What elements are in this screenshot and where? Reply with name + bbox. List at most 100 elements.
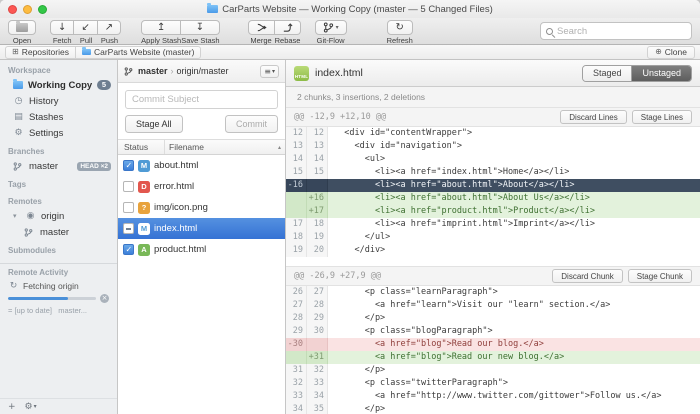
changed-files-count-badge: 5 [97,80,111,90]
file-row[interactable]: M index.html [118,218,285,239]
titlebar[interactable]: CarParts Website — Working Copy (master … [0,0,700,18]
gitflow-button[interactable]: ▾ Git-Flow [315,20,347,45]
disclosure-triangle-icon[interactable]: ▾ [13,212,20,220]
diff-code-text: </p> [328,364,700,377]
add-button[interactable]: + [8,402,16,412]
file-row[interactable]: M about.html [118,155,285,176]
stage-all-button[interactable]: Stage All [125,115,183,133]
diff-line[interactable]: 26 27 <p class="learnParagraph"> [286,286,700,299]
stage-checkbox[interactable] [123,181,134,192]
staged-tab[interactable]: Staged [583,66,632,81]
chunk-1-header: @@ -12,9 +12,10 @@ Discard Lines Stage L… [286,107,700,127]
file-row[interactable]: A product.html [118,239,285,260]
diff-line[interactable]: 28 29 </p> [286,312,700,325]
pull-icon: ↙ [81,23,89,33]
cancel-fetch-button[interactable]: × [100,294,109,303]
diff-line[interactable]: 27 28 <a href="learn">Visit our "learn" … [286,299,700,312]
zoom-window-button[interactable] [38,5,47,14]
diff-line[interactable]: 19 20 </div> [286,244,700,257]
current-branch-label[interactable]: master [138,66,168,76]
apply-stash-button[interactable]: ↥ Apply Stash [141,20,181,45]
filename-column-header[interactable]: Filename ▴ [165,140,285,154]
diff-line[interactable]: 32 33 <p class="twitterParagraph"> [286,377,700,390]
close-window-button[interactable] [8,5,17,14]
stage-checkbox[interactable] [123,160,134,171]
refresh-button[interactable]: ↻ Refresh [387,20,413,45]
sidebar-item-history[interactable]: ◷ History [0,93,117,109]
discard-lines-button[interactable]: Discard Lines [560,110,626,124]
pull-button[interactable]: ↙ Pull [74,20,97,45]
diff-line[interactable]: -30 <a href="blog">Read our blog.</a> [286,338,700,351]
open-label: Open [8,36,36,45]
save-stash-icon: ↧ [196,23,204,33]
new-line-number: 35 [307,403,328,414]
file-row[interactable]: D error.html [118,176,285,197]
working-copy-label: Working Copy [28,80,92,91]
branches-section-label: Branches [0,141,117,158]
minimize-window-button[interactable] [23,5,32,14]
diff-line[interactable]: 29 30 <p class="blogParagraph"> [286,325,700,338]
file-row[interactable]: ? img/icon.png [118,197,285,218]
sidebar-item-branch-master[interactable]: master HEAD ×2 [0,158,117,174]
file-status-badge: M [138,160,150,172]
old-line-number: 15 [286,166,307,179]
push-label: Push [98,36,121,45]
diff-line[interactable]: 14 14 <ul> [286,153,700,166]
diff-line[interactable]: -16 <li><a href="about.html">About</a></… [286,179,700,192]
action-menu-button[interactable]: ⚙ ▾ [25,402,37,412]
breadcrumb-current-repo[interactable]: CarParts Website (master) [76,46,201,59]
search-input[interactable] [557,26,686,37]
discard-chunk-button[interactable]: Discard Chunk [552,269,622,283]
unstaged-tab[interactable]: Unstaged [631,66,691,81]
save-stash-button[interactable]: ↧ Save Stash [181,20,219,45]
diff-line[interactable]: 12 12 <div id="contentWrapper"> [286,127,700,140]
window-title-text: CarParts Website — Working Copy (master … [222,4,493,15]
stage-checkbox[interactable] [123,244,134,255]
diff-line[interactable]: 15 15 <li><a href="index.html">Home</a><… [286,166,700,179]
status-column-header[interactable]: Status [118,140,165,154]
save-stash-label: Save Stash [181,36,219,45]
new-line-number: 28 [307,299,328,312]
stage-chunk-button[interactable]: Stage Chunk [628,269,692,283]
diff-file-name: index.html [315,67,363,79]
sidebar-item-remote-master[interactable]: master [0,224,117,240]
view-options-button[interactable]: ≡ ▾ [260,65,279,78]
sidebar-item-stashes[interactable]: ▤ Stashes [0,109,117,125]
stage-checkbox[interactable] [123,223,134,234]
diff-line[interactable]: +16 <li><a href="about.html">About Us</a… [286,192,700,205]
upstream-branch-label[interactable]: origin/master [177,66,229,76]
diff-line[interactable]: 18 19 </ul> [286,231,700,244]
new-line-number: 32 [307,364,328,377]
fetch-button[interactable]: ↓ Fetch [50,20,74,45]
diff-line[interactable]: 34 35 </p> [286,403,700,414]
diff-line[interactable]: 33 34 <a href="http://www.twitter.com/gi… [286,390,700,403]
chunk-1-lines: 12 12 <div id="contentWrapper"> 13 13 <d… [286,127,700,257]
repositories-grid-icon: ⊞ [12,48,19,56]
breadcrumb-repositories[interactable]: ⊞ Repositories [5,46,76,59]
fetch-progress-bar [8,297,96,300]
stage-lines-button[interactable]: Stage Lines [632,110,692,124]
commit-button[interactable]: Commit [225,115,278,133]
diff-line[interactable]: +31 <a href="blog">Read our new blog.</a… [286,351,700,364]
old-line-number: 27 [286,299,307,312]
open-button[interactable]: Open [8,20,36,45]
sort-ascending-icon: ▴ [278,144,281,151]
clone-button[interactable]: ⊕ Clone [647,46,695,59]
search-field[interactable] [540,22,692,40]
commit-subject-input[interactable] [125,90,278,109]
new-line-number: +17 [307,205,328,218]
sidebar-item-remote-origin[interactable]: ▾ ◉ origin [0,208,117,224]
merge-button[interactable]: Merge [248,20,275,45]
sidebar-item-working-copy[interactable]: Working Copy 5 [0,77,117,93]
old-line-number: 18 [286,231,307,244]
diff-line[interactable]: 13 13 <div id="navigation"> [286,140,700,153]
diff-line[interactable]: +17 <li><a href="product.html">Product</… [286,205,700,218]
sidebar-item-settings[interactable]: ⚙ Settings [0,125,117,141]
diff-line[interactable]: 17 18 <li><a href="imprint.html">Imprint… [286,218,700,231]
rebase-button[interactable]: Rebase [275,20,301,45]
diff-line[interactable]: 31 32 </p> [286,364,700,377]
fetch-label: Fetch [50,36,74,45]
push-button[interactable]: ↗ Push [98,20,121,45]
new-line-number: 15 [307,166,328,179]
stage-checkbox[interactable] [123,202,134,213]
